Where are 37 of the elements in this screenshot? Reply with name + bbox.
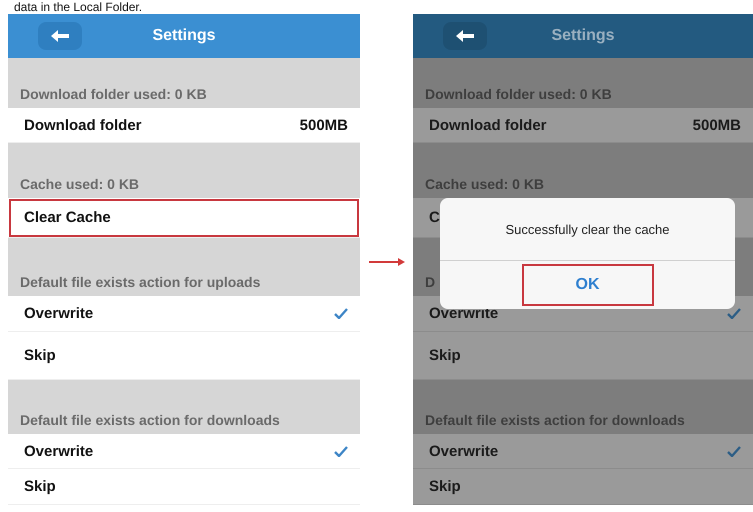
caption-text: data in the Local Folder. bbox=[13, 0, 144, 14]
row-label: Download folder bbox=[24, 116, 142, 134]
section-header-text: Cache used: 0 KB bbox=[425, 176, 544, 192]
row-label: Skip bbox=[24, 478, 57, 495]
back-button[interactable] bbox=[443, 22, 487, 50]
settings-row[interactable]: Clear Cache bbox=[8, 198, 360, 238]
row-label: Skip bbox=[429, 478, 462, 495]
row-value: 500MB bbox=[692, 116, 741, 134]
row-label: Clear Cache bbox=[24, 209, 112, 226]
row-label: Skip bbox=[429, 347, 462, 364]
row-value: 500MB bbox=[300, 116, 348, 134]
row-label: Download folder bbox=[429, 116, 548, 134]
arrow-icon bbox=[368, 258, 404, 266]
settings-row[interactable]: Download folder 500MB bbox=[413, 108, 753, 143]
section-header-text: Download folder used: 0 KB bbox=[425, 86, 612, 102]
ok-button[interactable]: OK bbox=[522, 264, 654, 306]
settings-row[interactable]: Skip bbox=[413, 469, 753, 505]
row-label: Skip bbox=[24, 347, 57, 364]
section-header-text: Download folder used: 0 KB bbox=[20, 86, 207, 102]
section-header-text: D bbox=[425, 274, 436, 290]
back-arrow-icon bbox=[456, 30, 474, 42]
row-label: Overwrite bbox=[429, 442, 500, 460]
back-button[interactable] bbox=[38, 22, 82, 50]
section-header-text: Default file exists action for downloads bbox=[425, 412, 685, 428]
back-arrow-icon bbox=[51, 30, 69, 42]
row-label: C bbox=[429, 209, 441, 226]
row-label: Overwrite bbox=[24, 442, 94, 460]
section-header-text: Cache used: 0 KB bbox=[20, 176, 140, 192]
screen-title: Settings bbox=[152, 27, 216, 45]
settings-row[interactable]: Overwrite bbox=[413, 434, 753, 469]
settings-row[interactable]: Skip bbox=[413, 332, 753, 380]
row-label: Overwrite bbox=[24, 305, 94, 322]
row-label: Overwrite bbox=[429, 305, 500, 322]
screen-title: Settings bbox=[551, 27, 615, 45]
section-header-text: Default file exists action for downloads bbox=[20, 412, 280, 428]
dialog-message: Successfully clear the cache bbox=[440, 198, 735, 261]
section-header-text: Default file exists action for uploads bbox=[20, 274, 260, 290]
